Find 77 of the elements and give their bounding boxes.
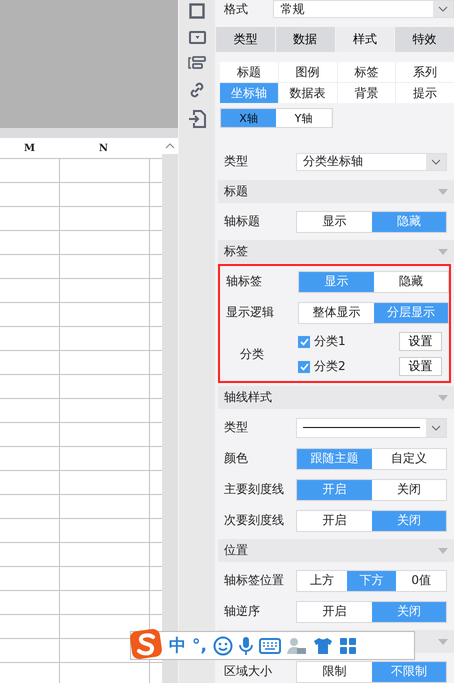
toggle-option[interactable]: 0值: [396, 570, 446, 590]
section-header[interactable]: 标题: [218, 180, 454, 203]
keyboard-icon[interactable]: [258, 638, 281, 654]
link-icon[interactable]: [189, 82, 205, 98]
sub-tab[interactable]: 标签: [338, 62, 396, 82]
section-header[interactable]: 轴线样式: [218, 386, 454, 409]
chevron-down-icon: [438, 6, 448, 12]
section-header[interactable]: 标签: [218, 240, 454, 263]
field-label: 次要刻度线: [224, 512, 285, 529]
field-label: 区域大小: [224, 663, 273, 680]
section-title: 标题: [224, 183, 248, 200]
checkbox-label: 分类2: [314, 358, 347, 375]
section-title: 位置: [224, 542, 248, 559]
field-label: 类型: [224, 419, 249, 436]
layout-bars-icon[interactable]: [188, 56, 206, 70]
sub-tab[interactable]: 系列: [396, 62, 454, 82]
logo-icon[interactable]: [129, 628, 163, 660]
settings-button[interactable]: 设置: [399, 332, 442, 351]
checkbox[interactable]: [298, 336, 310, 348]
grid-icon[interactable]: [338, 636, 357, 654]
tab[interactable]: 特效: [395, 27, 454, 52]
sub-tab[interactable]: 数据表: [278, 83, 336, 103]
square-icon[interactable]: [189, 3, 205, 19]
line-style-dropdown[interactable]: [296, 418, 447, 438]
checkbox[interactable]: [298, 360, 310, 372]
chevron-down-icon: [431, 158, 441, 164]
toggle-option[interactable]: 上方: [297, 570, 347, 590]
scroll-up-button[interactable]: [162, 138, 178, 154]
section-header[interactable]: 位置: [218, 539, 454, 562]
field-label: 轴逆序: [224, 603, 261, 620]
tab[interactable]: 样式: [336, 27, 394, 52]
smiley-icon[interactable]: [212, 636, 233, 656]
format-dropdown[interactable]: 常规: [273, 0, 454, 18]
toggle-option[interactable]: 限制: [297, 662, 372, 682]
collapse-triangle-icon: [438, 394, 448, 400]
toggle-option[interactable]: 显示: [297, 212, 372, 232]
ime-mode-toggle[interactable]: 中: [169, 634, 186, 657]
field-label: 轴标签: [226, 273, 263, 290]
field-label: 轴标签位置: [224, 572, 285, 589]
shirt-icon[interactable]: [312, 636, 333, 654]
sub-tab[interactable]: 标题: [220, 62, 278, 82]
checkbox-label: 分类1: [314, 333, 347, 350]
field-label: 格式: [223, 0, 249, 18]
sub-tab[interactable]: 图例: [278, 62, 336, 82]
collapse-triangle-icon: [438, 188, 448, 194]
axis-tab[interactable]: Y轴: [276, 109, 331, 127]
toggle-option[interactable]: 隐藏: [374, 272, 448, 292]
collapse-triangle-icon: [438, 638, 448, 644]
toggle-option[interactable]: 关闭: [372, 480, 446, 500]
field-label: 颜色: [224, 450, 249, 467]
sub-tab[interactable]: 提示: [396, 83, 454, 103]
field-label: 主要刻度线: [224, 481, 285, 498]
user-badge-icon[interactable]: [286, 636, 307, 654]
microphone-icon[interactable]: [238, 636, 253, 656]
toggle-option[interactable]: 整体显示: [299, 302, 374, 322]
axis-type-dropdown[interactable]: 分类坐标轴: [296, 152, 447, 170]
section-title: 标签: [224, 243, 248, 260]
field-label: 显示逻辑: [226, 304, 275, 321]
toggle-option[interactable]: 开启: [297, 510, 372, 530]
axis-tab[interactable]: X轴: [221, 109, 276, 127]
sub-tab[interactable]: 背景: [338, 83, 396, 103]
ime-mode-toggle[interactable]: °,: [192, 636, 207, 656]
chevron-up-icon: [165, 143, 175, 149]
section-title: 轴线样式: [224, 389, 272, 406]
field-label: 类型: [224, 153, 249, 170]
collapse-triangle-icon: [438, 248, 448, 254]
chevron-down-icon: [431, 424, 441, 430]
field-label: 分类: [239, 346, 265, 362]
import-icon[interactable]: [188, 110, 206, 128]
tab[interactable]: 数据: [276, 27, 334, 52]
dropdown-box-icon[interactable]: [188, 31, 206, 44]
toggle-option[interactable]: 自定义: [372, 448, 446, 468]
settings-button[interactable]: 设置: [399, 357, 442, 376]
tab[interactable]: 类型: [216, 27, 275, 52]
toggle-option[interactable]: 开启: [297, 602, 372, 622]
collapse-triangle-icon: [438, 548, 448, 554]
field-label: 轴标题: [224, 213, 261, 230]
